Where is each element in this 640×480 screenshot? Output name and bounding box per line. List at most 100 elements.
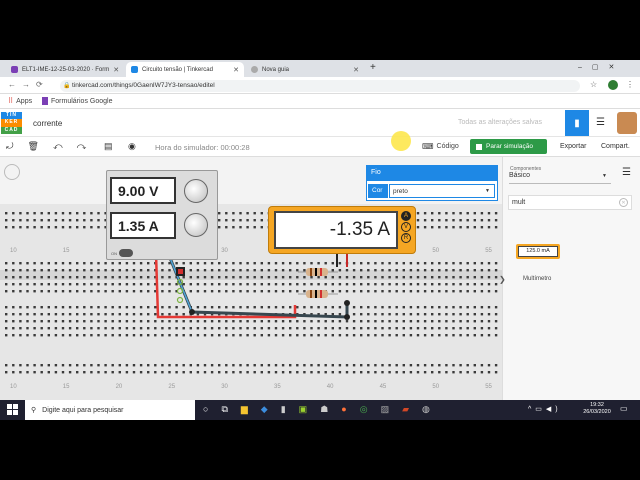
edit-tools[interactable]: ⤾🗑↶↷ [6, 141, 100, 152]
user-avatar[interactable] [617, 112, 637, 134]
clock-time: 19:32 [590, 402, 604, 408]
list-view-icon[interactable]: ☰ [622, 167, 631, 178]
black-wire[interactable] [166, 252, 349, 319]
selected-wire-highlight [167, 252, 193, 313]
multimeter-component-thumbnail[interactable]: 125.0 mA [516, 244, 560, 259]
wire-color-value: preto [393, 188, 408, 195]
profile-avatar[interactable] [608, 80, 618, 90]
taskbar-apps[interactable]: ○ ⧉ ▆ ◆ ▮ ▣ ☗ ● ◎ ▨ ▰ ◍ [203, 404, 430, 415]
tab-label: Circuito tensão | Tinkercad [142, 66, 213, 73]
forms-favicon-icon [11, 66, 18, 73]
stop-simulation-button[interactable]: Parar simulação [470, 139, 547, 154]
logo-row: TIN [1, 112, 22, 120]
red-wire[interactable] [154, 252, 297, 319]
voltage-display: 9.00 V [110, 177, 176, 204]
task-view-icon[interactable]: ⧉ [221, 404, 227, 415]
tab-label: ELT1-IME-12-25-03-2020 · Form [22, 66, 110, 73]
bookmark-label: Apps [16, 97, 33, 105]
bookmark-apps[interactable]: ⠿ Apps [8, 97, 33, 106]
circuit-view-button[interactable]: ▮ [565, 110, 589, 136]
powerpoint-icon[interactable]: ▰ [402, 404, 409, 415]
current-knob[interactable] [184, 213, 208, 237]
app-icon[interactable]: ▮ [281, 404, 286, 415]
close-icon[interactable]: ✕ [109, 66, 119, 74]
wire-color-label: Cor [368, 184, 388, 198]
app-icon[interactable]: ◍ [422, 404, 430, 415]
window-controls[interactable]: –▢✕ [578, 63, 624, 71]
rotate-icon[interactable]: ⤾ [6, 141, 28, 151]
component-search-input[interactable]: mult ✕ [508, 195, 632, 210]
undo-icon[interactable]: ↶ [53, 141, 77, 151]
toggle-icon [119, 249, 133, 257]
browser-tab-forms[interactable]: ELT1-IME-12-25-03-2020 · Form ✕ [6, 62, 124, 77]
browser-tab-new[interactable]: Nova guia ✕ [246, 62, 364, 77]
search-placeholder: Digite aqui para pesquisar [42, 406, 124, 414]
current-display: 1.35 A [110, 212, 176, 239]
file-explorer-icon[interactable]: ▆ [241, 404, 248, 415]
new-tab-favicon-icon [251, 66, 258, 73]
new-tab-button[interactable]: + [370, 62, 376, 73]
wire-endpoint[interactable] [344, 314, 350, 320]
components-category-select[interactable]: Básico ▼ [509, 172, 611, 184]
logo-row: CAD [1, 126, 22, 134]
collapse-panel-icon[interactable]: ❯ [499, 275, 506, 284]
mode-ammeter[interactable]: A [401, 211, 411, 221]
system-tray-icons[interactable]: ^▭◀) [528, 405, 562, 413]
tinkercad-favicon-icon [131, 66, 138, 73]
close-icon[interactable]: ✕ [229, 66, 239, 74]
share-button[interactable]: Compart. [601, 143, 630, 150]
vscode-icon[interactable]: ◆ [261, 404, 268, 415]
switch-label: ON [111, 250, 117, 256]
notifications-icon[interactable]: ▭ [620, 404, 628, 413]
multimeter-mode-selector[interactable]: A V R [401, 211, 411, 243]
list-view-icon[interactable]: ☰ [596, 117, 605, 128]
app-icon[interactable]: ▨ [381, 404, 390, 415]
code-button[interactable]: ⌨ Código [422, 142, 459, 151]
redo-icon[interactable]: ↷ [77, 141, 101, 151]
bookmark-forms[interactable]: Formulários Google [42, 97, 112, 105]
tinkercad-logo[interactable]: TIN KER CAD [1, 112, 22, 134]
app-icon[interactable]: ▣ [299, 404, 308, 415]
component-label: Multímetro [523, 276, 552, 282]
notes-icon[interactable]: ▤ [104, 141, 113, 152]
wire-color-select[interactable]: preto ▼ [389, 184, 495, 198]
delete-icon[interactable]: 🗑 [28, 141, 53, 151]
firefox-icon[interactable]: ● [341, 404, 346, 415]
lock-icon: 🔒 [63, 83, 71, 89]
voltage-knob[interactable] [184, 179, 208, 203]
export-button[interactable]: Exportar [560, 143, 586, 150]
browser-tab-tinkercad[interactable]: Circuito tensão | Tinkercad ✕ [126, 62, 244, 77]
clear-search-icon[interactable]: ✕ [619, 198, 628, 207]
taskbar-search-box[interactable]: ⚲ Digite aqui para pesquisar [25, 400, 195, 420]
forms-icon [42, 97, 48, 105]
close-icon[interactable]: ✕ [349, 66, 359, 74]
menu-icon[interactable]: ⋮ [626, 80, 634, 89]
project-name[interactable]: corrente [33, 119, 62, 128]
taskbar-clock[interactable]: 19:32 26/03/2020 [580, 402, 614, 416]
chevron-down-icon: ▼ [602, 173, 607, 179]
tinkercad-header [0, 109, 640, 137]
mode-voltmeter[interactable]: V [401, 222, 411, 232]
stop-label: Parar simulação [486, 143, 533, 150]
search-icon: ⚲ [31, 407, 37, 414]
bookmark-label: Formulários Google [51, 97, 113, 105]
cortana-icon[interactable]: ○ [203, 404, 208, 415]
url-input[interactable]: 🔒 tinkercad.com/things/0GaenIW7JY3-tensa… [60, 80, 580, 92]
wire-endpoint[interactable] [189, 309, 195, 315]
connection-point [176, 296, 184, 304]
chrome-icon[interactable]: ◎ [360, 404, 368, 415]
stop-icon [476, 143, 482, 150]
code-label: Código [436, 143, 459, 150]
multimeter-display: -1.35 A [274, 211, 398, 249]
chevron-down-icon: ▼ [485, 188, 490, 194]
star-icon[interactable]: ☆ [590, 80, 597, 89]
eye-icon[interactable]: ◉ [128, 141, 136, 152]
power-switch[interactable]: ON [111, 248, 139, 258]
windows-start-icon[interactable] [7, 404, 18, 415]
search-value: mult [512, 199, 526, 206]
clock-date: 26/03/2020 [583, 409, 611, 415]
mode-ohmmeter[interactable]: R [401, 233, 411, 243]
wire-endpoint[interactable] [344, 300, 350, 306]
app-icon[interactable]: ☗ [320, 404, 328, 415]
nav-arrows-icon[interactable]: ←→⟳ [8, 80, 49, 89]
